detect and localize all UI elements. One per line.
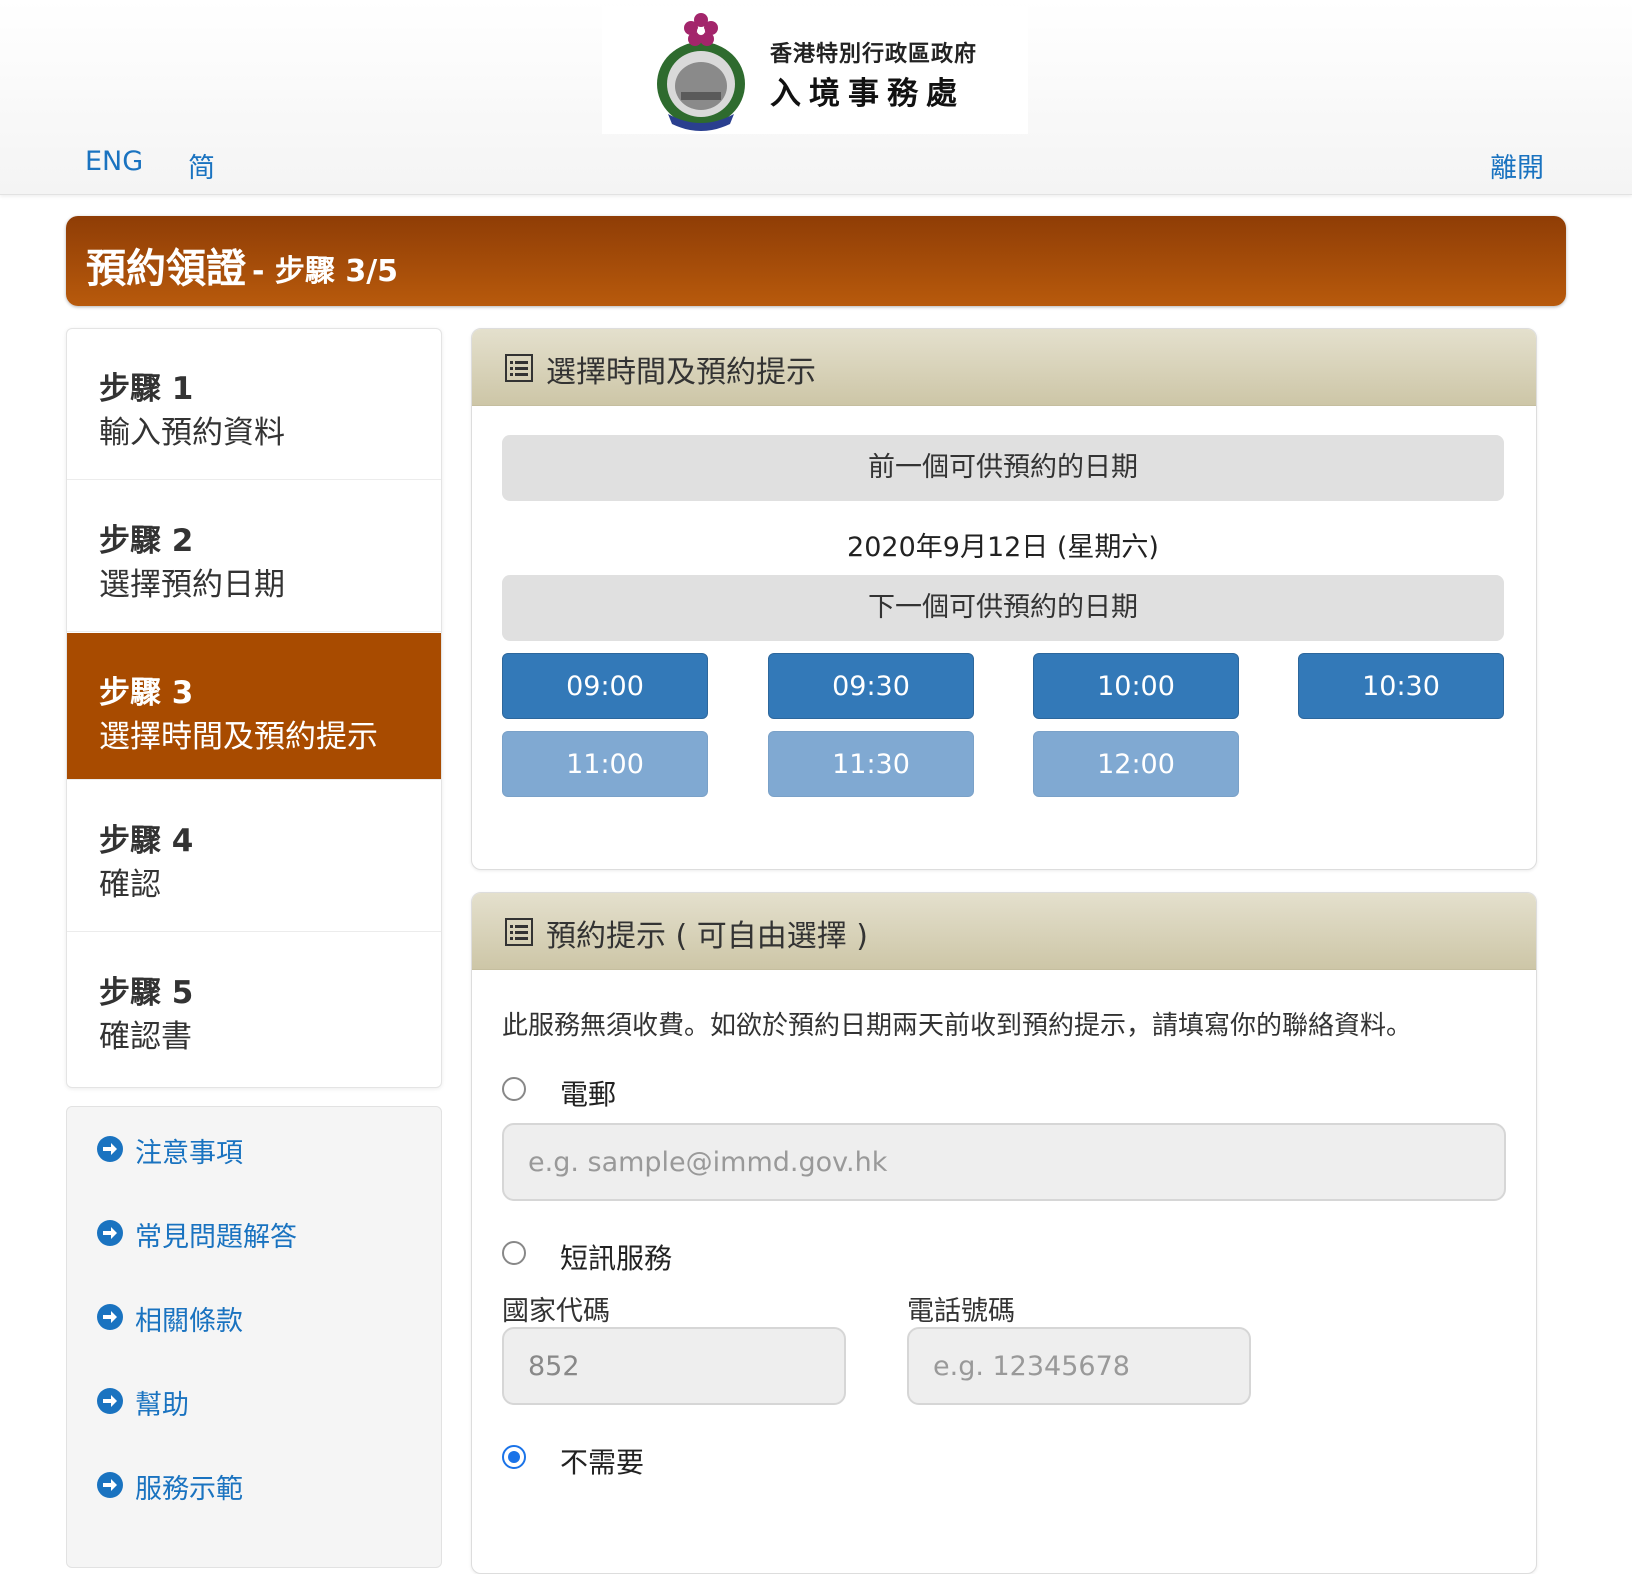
immd-logo: 香港特別行政區政府 入境事務處 [602, 6, 1028, 134]
step-label: 選擇時間及預約提示 [99, 719, 378, 755]
emblem-icon [657, 13, 745, 131]
link-label[interactable]: 相關條款 [135, 1299, 243, 1338]
time-slot-1000[interactable]: 10:00 [1033, 653, 1239, 719]
step-label: 輸入預約資料 [99, 415, 285, 451]
panel-header: 選擇時間及預約提示 [472, 329, 1536, 406]
arrow-circle-right-icon [97, 1136, 123, 1162]
step-indicator: - 步驟 3/5 [252, 254, 399, 289]
step-5: 步驟 5 確認書 [67, 933, 441, 1083]
step-1: 步驟 1 輸入預約資料 [67, 329, 441, 480]
arrow-circle-right-icon [97, 1388, 123, 1414]
no-reminder-label[interactable]: 不需要 [560, 1441, 644, 1481]
help-links-panel: 注意事項 常見問題解答 相關條款 幫助 服務示範 [66, 1106, 442, 1568]
phone-label: 電話號碼 [907, 1296, 1015, 1327]
lang-simplified-link[interactable]: 简 [188, 146, 215, 185]
country-code-label: 國家代碼 [502, 1296, 610, 1327]
step-label: 確認 [99, 867, 161, 903]
list-icon [505, 918, 533, 946]
logo-line-1: 香港特別行政區政府 [770, 42, 978, 67]
page-banner: 預約領證 - 步驟 3/5 [66, 216, 1566, 306]
exit-link[interactable]: 離開 [1490, 146, 1544, 185]
time-slot-0930[interactable]: 09:30 [768, 653, 974, 719]
prev-date-button[interactable]: 前一個可供預約的日期 [502, 435, 1504, 501]
step-label: 確認書 [99, 1019, 192, 1055]
page-title: 預約領證 [86, 246, 246, 292]
step-number: 步驟 2 [99, 523, 194, 559]
panel-title: 預約提示 ( 可自由選擇 ) [546, 919, 869, 954]
site-header: 香港特別行政區政府 入境事務處 ENG 简 離開 [0, 0, 1632, 195]
time-slot-1030[interactable]: 10:30 [1298, 653, 1504, 719]
step-label: 選擇預約日期 [99, 567, 285, 603]
step-3-active: 步驟 3 選擇時間及預約提示 [67, 633, 441, 780]
steps-sidebar: 步驟 1 輸入預約資料 步驟 2 選擇預約日期 步驟 3 選擇時間及預約提示 步… [66, 328, 442, 1088]
panel-title: 選擇時間及預約提示 [546, 355, 816, 390]
step-number: 步驟 1 [99, 371, 194, 407]
email-radio-label[interactable]: 電郵 [560, 1073, 616, 1113]
arrow-circle-right-icon [97, 1472, 123, 1498]
next-date-button[interactable]: 下一個可供預約的日期 [502, 575, 1504, 641]
phone-field[interactable] [907, 1327, 1251, 1405]
panel-header: 預約提示 ( 可自由選擇 ) [472, 893, 1536, 970]
lang-eng-link[interactable]: ENG [85, 146, 143, 177]
reminder-panel: 預約提示 ( 可自由選擇 ) 此服務無須收費。如欲於預約日期兩天前收到預約提示，… [471, 892, 1537, 1574]
arrow-circle-right-icon [97, 1304, 123, 1330]
link-label[interactable]: 注意事項 [135, 1131, 243, 1170]
step-number: 步驟 5 [99, 975, 194, 1011]
time-slot-1100-unavailable: 11:00 [502, 731, 708, 797]
time-slot-1200-unavailable: 12:00 [1033, 731, 1239, 797]
step-number: 步驟 4 [99, 823, 194, 859]
arrow-circle-right-icon [97, 1220, 123, 1246]
no-reminder-radio[interactable] [502, 1445, 526, 1469]
time-slot-0900[interactable]: 09:00 [502, 653, 708, 719]
selected-date: 2020年9月12日 (星期六) [847, 532, 1159, 563]
time-slot-1130-unavailable: 11:30 [768, 731, 974, 797]
logo-line-2: 入境事務處 [770, 76, 965, 112]
link-label[interactable]: 服務示範 [135, 1467, 243, 1506]
email-radio[interactable] [502, 1077, 526, 1101]
link-label[interactable]: 幫助 [135, 1383, 189, 1422]
sms-radio[interactable] [502, 1241, 526, 1265]
country-code-field[interactable] [502, 1327, 846, 1405]
reminder-description: 此服務無須收費。如欲於預約日期兩天前收到預約提示，請填寫你的聯絡資料。 [502, 1011, 1413, 1041]
step-4: 步驟 4 確認 [67, 781, 441, 932]
email-field[interactable] [502, 1123, 1506, 1201]
time-selection-panel: 選擇時間及預約提示 前一個可供預約的日期 2020年9月12日 (星期六) 下一… [471, 328, 1537, 870]
step-2: 步驟 2 選擇預約日期 [67, 481, 441, 632]
step-number: 步驟 3 [99, 675, 194, 711]
list-icon [505, 354, 533, 382]
link-label[interactable]: 常見問題解答 [135, 1215, 297, 1254]
sms-radio-label[interactable]: 短訊服務 [560, 1237, 672, 1277]
